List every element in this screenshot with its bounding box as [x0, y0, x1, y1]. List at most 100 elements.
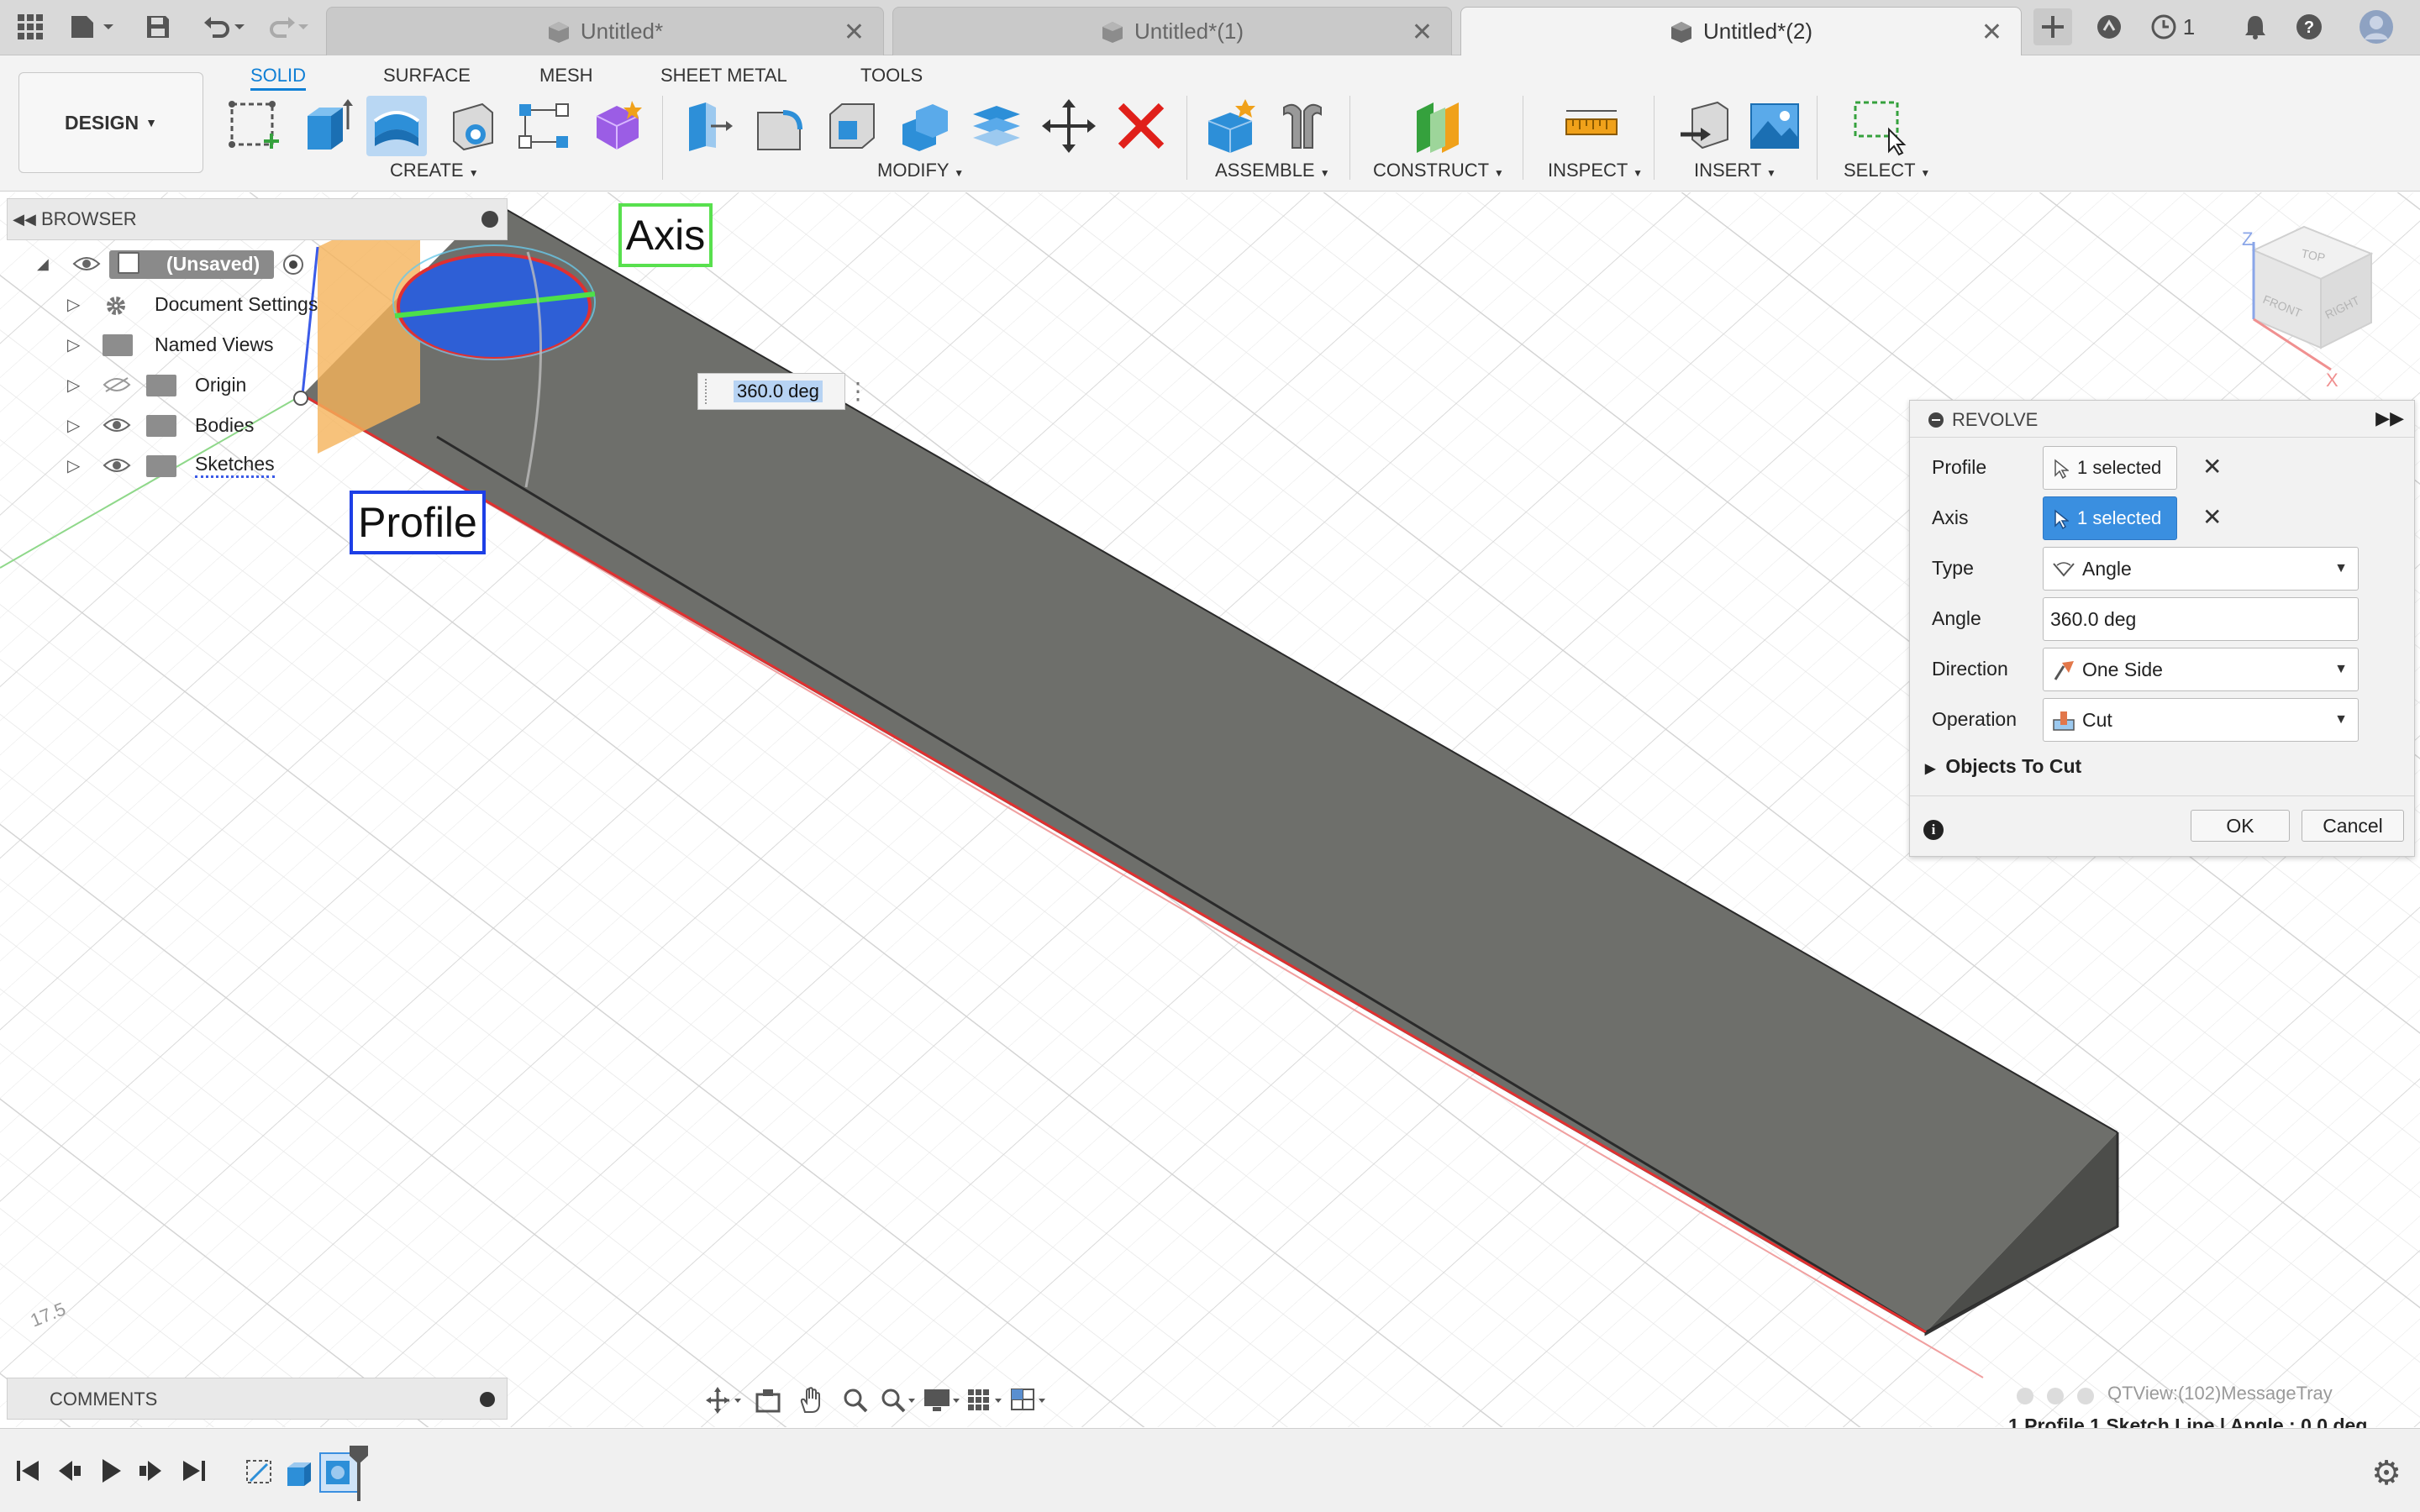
offset-plane-icon[interactable]	[1408, 96, 1469, 156]
expand-right-icon[interactable]: ▷	[67, 455, 80, 476]
look-at-icon[interactable]	[746, 1383, 790, 1417]
modify-menu[interactable]: MODIFY ▼	[877, 160, 964, 181]
window-minimize-dot[interactable]	[2047, 1388, 2064, 1404]
inspect-menu[interactable]: INSPECT ▼	[1548, 160, 1643, 181]
go-to-end-icon[interactable]	[178, 1456, 208, 1486]
expand-right-icon[interactable]: ▷	[67, 415, 80, 436]
create-menu[interactable]: CREATE ▼	[390, 160, 479, 181]
orbit-icon[interactable]	[702, 1383, 746, 1417]
workspace-switcher[interactable]: DESIGN ▼	[18, 72, 203, 173]
close-icon[interactable]: ✕	[1412, 18, 1433, 47]
tab-tools[interactable]: TOOLS	[860, 60, 923, 91]
press-pull-icon[interactable]	[677, 96, 738, 156]
add-comment-icon[interactable]	[480, 1392, 495, 1407]
pin-icon[interactable]	[481, 211, 498, 228]
more-options-icon[interactable]: ⋮	[846, 377, 870, 405]
expand-right-icon[interactable]: ▷	[67, 375, 80, 396]
shell-icon[interactable]	[822, 96, 882, 156]
construct-menu[interactable]: CONSTRUCT ▼	[1373, 160, 1504, 181]
fillet-icon[interactable]	[750, 96, 810, 156]
tab-solid[interactable]: SOLID	[250, 60, 307, 91]
notifications-icon[interactable]	[2237, 8, 2274, 45]
combine-icon[interactable]	[894, 96, 955, 156]
expand-dialog-icon[interactable]: ▶▶	[2375, 407, 2404, 429]
hidden-eye-icon[interactable]	[103, 376, 131, 393]
visibility-eye-icon[interactable]	[103, 417, 131, 433]
activate-radio-icon[interactable]	[282, 254, 304, 276]
insert-canvas-icon[interactable]	[1744, 96, 1805, 156]
ok-button[interactable]: OK	[2191, 810, 2290, 842]
joint-icon[interactable]	[1272, 96, 1333, 156]
file-menu-icon[interactable]	[66, 8, 119, 45]
extrude-icon[interactable]	[297, 96, 358, 156]
revolve-dialog-header[interactable]: REVOLVE ▶▶	[1910, 401, 2414, 438]
collapse-icon[interactable]: ◀◀	[8, 211, 41, 228]
angle-manipulator-input[interactable]: 360.0 deg ⋮	[697, 373, 870, 410]
browser-item-named-views[interactable]: ▷ Named Views	[0, 326, 353, 363]
window-zoom-dot[interactable]	[2077, 1388, 2094, 1404]
browser-item-bodies[interactable]: ▷ Bodies	[0, 407, 353, 444]
redo-icon[interactable]	[260, 8, 314, 45]
direction-dropdown[interactable]: One Side ▼	[2043, 648, 2359, 691]
browser-item-root[interactable]: ◢ (Unsaved)	[0, 245, 319, 282]
collapse-dialog-icon[interactable]	[1928, 412, 1944, 428]
close-icon[interactable]: ✕	[844, 18, 865, 47]
axis-selection-button[interactable]: 1 selected	[2043, 496, 2177, 540]
document-tab-1[interactable]: Untitled* ✕	[326, 7, 884, 55]
info-icon[interactable]: i	[1923, 820, 1944, 840]
browser-item-document-settings[interactable]: ▷ Document Settings	[0, 286, 353, 323]
document-tab-2[interactable]: Untitled*(1) ✕	[892, 7, 1452, 55]
new-component-icon[interactable]	[1200, 96, 1260, 156]
tab-surface[interactable]: SURFACE	[383, 60, 471, 91]
document-tab-3[interactable]: Untitled*(2) ✕	[1460, 7, 2022, 55]
sweep-icon[interactable]	[442, 96, 502, 156]
display-settings-icon[interactable]	[921, 1383, 965, 1417]
user-avatar[interactable]	[2356, 8, 2396, 45]
clear-axis-icon[interactable]: ✕	[2202, 503, 2222, 531]
assemble-menu[interactable]: ASSEMBLE ▼	[1215, 160, 1330, 181]
expand-right-icon[interactable]: ▷	[67, 294, 80, 315]
angle-inline-value[interactable]: 360.0 deg	[734, 381, 823, 402]
cancel-button[interactable]: Cancel	[2302, 810, 2404, 842]
close-icon[interactable]: ✕	[1981, 18, 2002, 47]
delete-icon[interactable]	[1111, 96, 1171, 156]
timeline-sketch-feature-icon[interactable]	[244, 1456, 277, 1489]
window-close-dot[interactable]	[2017, 1388, 2033, 1404]
play-icon[interactable]	[96, 1456, 126, 1486]
browser-item-origin[interactable]: ▷ Origin	[0, 366, 353, 403]
comments-panel[interactable]: COMMENTS	[7, 1378, 508, 1420]
tab-mesh[interactable]: MESH	[539, 60, 593, 91]
browser-item-sketches[interactable]: ▷ Sketches	[0, 447, 353, 484]
viewports-icon[interactable]	[1008, 1383, 1052, 1417]
go-to-start-icon[interactable]	[13, 1456, 44, 1486]
clear-profile-icon[interactable]: ✕	[2202, 453, 2222, 480]
profile-selection-button[interactable]: 1 selected	[2043, 446, 2177, 490]
visibility-eye-icon[interactable]	[103, 457, 131, 474]
select-window-icon[interactable]	[1849, 96, 1909, 156]
insert-menu[interactable]: INSERT ▼	[1694, 160, 1776, 181]
step-forward-icon[interactable]	[136, 1456, 166, 1486]
save-icon[interactable]	[139, 8, 176, 45]
objects-to-cut-toggle[interactable]: ▶ Objects To Cut	[1925, 755, 2081, 778]
timeline-extrude-feature-icon[interactable]	[282, 1456, 316, 1489]
drag-grip-icon[interactable]	[705, 379, 717, 404]
zoom-icon[interactable]	[834, 1383, 877, 1417]
angle-input[interactable]: 360.0 deg	[2043, 597, 2359, 641]
job-status[interactable]: 1	[2148, 8, 2198, 45]
operation-dropdown[interactable]: Cut ▼	[2043, 698, 2359, 742]
visibility-eye-icon[interactable]	[72, 255, 101, 272]
pan-hand-icon[interactable]	[790, 1383, 834, 1417]
extensions-icon[interactable]	[2091, 8, 2128, 45]
pattern-icon[interactable]	[514, 96, 575, 156]
timeline-settings-gear-icon[interactable]: ⚙	[2371, 1454, 2402, 1493]
create-form-icon[interactable]	[587, 96, 647, 156]
grid-settings-icon[interactable]	[965, 1383, 1008, 1417]
expand-down-icon[interactable]: ◢	[37, 255, 49, 273]
measure-icon[interactable]	[1561, 96, 1622, 156]
expand-right-icon[interactable]: ▷	[67, 334, 80, 355]
type-dropdown[interactable]: Angle ▼	[2043, 547, 2359, 591]
create-sketch-icon[interactable]	[225, 96, 286, 156]
replace-face-icon[interactable]	[966, 96, 1027, 156]
app-grid-icon[interactable]	[12, 8, 49, 45]
timeline-marker-icon[interactable]	[348, 1444, 370, 1503]
